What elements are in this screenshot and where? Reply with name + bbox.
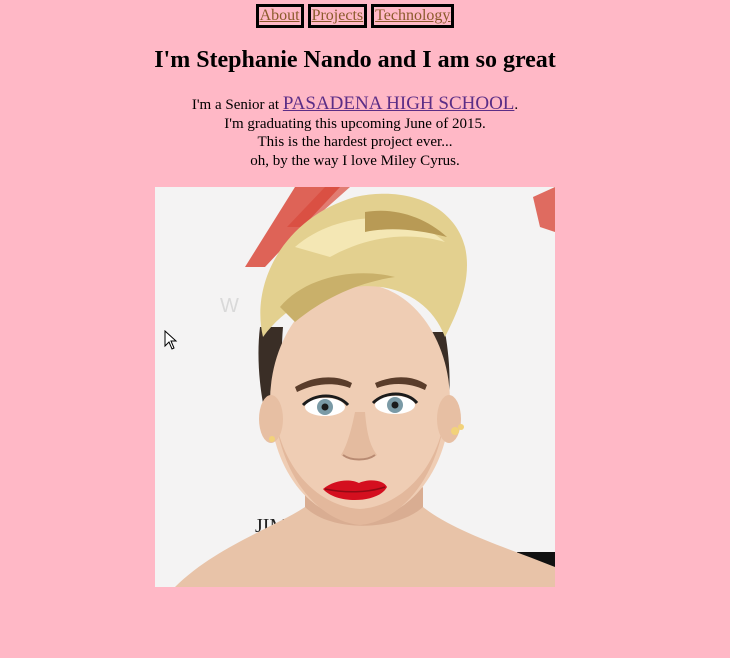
- intro-line1-prefix: I'm a Senior at: [191, 97, 283, 113]
- svg-text:W: W: [220, 295, 239, 317]
- nav-link-projects[interactable]: Projects: [307, 4, 368, 28]
- intro-line-school: I'm a Senior at PASADENA HIGH SCHOOL.: [0, 93, 710, 115]
- portrait-illustration: W JIM BE: [155, 187, 555, 587]
- intro-line-hardest-project: This is the hardest project ever...: [257, 134, 453, 150]
- intro-line1-suffix: .: [514, 97, 519, 113]
- intro-text: I'm a Senior at PASADENA HIGH SCHOOL. I'…: [0, 93, 710, 170]
- miley-cyrus-photo: W JIM BE: [155, 187, 555, 587]
- page-title: I'm Stephanie Nando and I am so great: [154, 47, 556, 73]
- school-link[interactable]: PASADENA HIGH SCHOOL: [283, 93, 515, 114]
- intro-line-graduation: I'm graduating this upcoming June of 201…: [224, 115, 486, 132]
- intro-line-miley: oh, by the way I love Miley Cyrus.: [250, 152, 460, 169]
- nav-link-about[interactable]: About: [255, 4, 304, 28]
- nav-link-technology[interactable]: Technology: [371, 4, 455, 28]
- top-nav: About Projects Technology: [0, 4, 710, 28]
- mouse-cursor-icon: [164, 330, 178, 350]
- page: About Projects Technology I'm Stephanie …: [0, 0, 730, 658]
